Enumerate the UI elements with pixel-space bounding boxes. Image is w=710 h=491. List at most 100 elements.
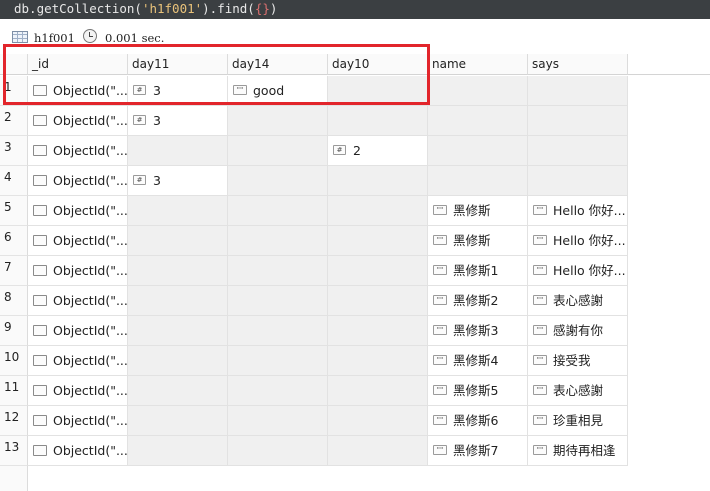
table-cell-id[interactable]: ObjectId("... [28, 346, 128, 376]
row-number[interactable]: 1 [0, 76, 28, 106]
column-header-name[interactable]: name [428, 54, 528, 75]
table-cell-day14[interactable] [228, 316, 328, 346]
table-cell-id[interactable]: ObjectId("... [28, 136, 128, 166]
query-editor[interactable]: db.getCollection('h1f001').find({}) [0, 0, 710, 19]
table-cell-says[interactable] [528, 136, 628, 166]
table-cell-name[interactable] [428, 166, 528, 196]
table-cell-day10[interactable] [328, 286, 428, 316]
table-cell-says[interactable]: "" Hello 你好... [528, 226, 628, 256]
column-header-id[interactable]: _id [28, 54, 128, 75]
table-cell-name[interactable]: "" 黑修斯 [428, 226, 528, 256]
table-cell-says[interactable]: "" 接受我 [528, 346, 628, 376]
row-number[interactable]: 3 [0, 136, 28, 166]
table-cell-id[interactable]: ObjectId("... [28, 76, 128, 106]
table-cell-day11[interactable]: #3 [128, 76, 228, 106]
table-cell-day11[interactable] [128, 346, 228, 376]
table-cell-says[interactable]: "" Hello 你好... [528, 256, 628, 286]
row-number[interactable]: 11 [0, 376, 28, 406]
table-cell-name[interactable]: "" 黑修斯7 [428, 436, 528, 466]
table-cell-day11[interactable] [128, 196, 228, 226]
table-cell-name[interactable]: "" 黑修斯3 [428, 316, 528, 346]
row-number[interactable]: 13 [0, 436, 28, 466]
table-cell-says[interactable]: "" 表心感謝 [528, 376, 628, 406]
row-number[interactable]: 9 [0, 316, 28, 346]
table-cell-day10[interactable] [328, 406, 428, 436]
table-cell-id[interactable]: ObjectId("... [28, 376, 128, 406]
table-cell-id[interactable]: ObjectId("... [28, 316, 128, 346]
table-cell-day14[interactable] [228, 256, 328, 286]
table-cell-name[interactable]: "" 黑修斯4 [428, 346, 528, 376]
table-cell-day10[interactable] [328, 166, 428, 196]
table-cell-id[interactable]: ObjectId("... [28, 436, 128, 466]
table-cell-day14[interactable] [228, 136, 328, 166]
table-cell-day11[interactable] [128, 256, 228, 286]
table-cell-says[interactable] [528, 106, 628, 136]
table-cell-name[interactable]: "" 黑修斯5 [428, 376, 528, 406]
table-cell-id[interactable]: ObjectId("... [28, 406, 128, 436]
table-cell-day14[interactable]: "" good [228, 76, 328, 106]
table-cell-day10[interactable] [328, 76, 428, 106]
table-cell-name[interactable]: "" 黑修斯2 [428, 286, 528, 316]
table-cell-day10[interactable] [328, 316, 428, 346]
row-number[interactable]: 10 [0, 346, 28, 376]
row-number[interactable]: 12 [0, 406, 28, 436]
table-cell-id[interactable]: ObjectId("... [28, 166, 128, 196]
table-cell-id[interactable]: ObjectId("... [28, 256, 128, 286]
table-cell-day10[interactable]: #2 [328, 136, 428, 166]
row-number[interactable]: 6 [0, 226, 28, 256]
column-header-day14[interactable]: day14 [228, 54, 328, 75]
column-header-says[interactable]: says [528, 54, 628, 75]
table-cell-day11[interactable] [128, 286, 228, 316]
table-cell-day10[interactable] [328, 346, 428, 376]
table-cell-id[interactable]: ObjectId("... [28, 196, 128, 226]
table-cell-day10[interactable] [328, 226, 428, 256]
table-cell-day11[interactable] [128, 406, 228, 436]
table-cell-name[interactable] [428, 76, 528, 106]
row-number[interactable]: 4 [0, 166, 28, 196]
column-header-day11[interactable]: day11 [128, 54, 228, 75]
table-cell-day11[interactable]: #3 [128, 106, 228, 136]
table-cell-day14[interactable] [228, 286, 328, 316]
object-type-icon [33, 265, 47, 276]
row-number[interactable]: 7 [0, 256, 28, 286]
table-cell-day14[interactable] [228, 346, 328, 376]
table-cell-day10[interactable] [328, 436, 428, 466]
table-cell-name[interactable]: "" 黑修斯1 [428, 256, 528, 286]
row-number[interactable]: 2 [0, 106, 28, 136]
row-number[interactable]: 8 [0, 286, 28, 316]
table-cell-says[interactable] [528, 76, 628, 106]
table-cell-says[interactable]: "" Hello 你好... [528, 196, 628, 226]
table-cell-says[interactable]: "" 表心感謝 [528, 286, 628, 316]
table-cell-day10[interactable] [328, 196, 428, 226]
table-cell-day14[interactable] [228, 166, 328, 196]
table-cell-name[interactable]: "" 黑修斯 [428, 196, 528, 226]
table-cell-day14[interactable] [228, 406, 328, 436]
table-cell-day11[interactable] [128, 376, 228, 406]
table-cell-day10[interactable] [328, 256, 428, 286]
table-cell-day14[interactable] [228, 376, 328, 406]
table-cell-day10[interactable] [328, 376, 428, 406]
table-cell-says[interactable] [528, 166, 628, 196]
column-header-day10[interactable]: day10 [328, 54, 428, 75]
table-cell-day14[interactable] [228, 226, 328, 256]
table-cell-day14[interactable] [228, 436, 328, 466]
table-cell-day14[interactable] [228, 196, 328, 226]
table-cell-name[interactable] [428, 106, 528, 136]
table-cell-day11[interactable] [128, 226, 228, 256]
table-cell-name[interactable] [428, 136, 528, 166]
table-cell-day11[interactable] [128, 316, 228, 346]
table-cell-id[interactable]: ObjectId("... [28, 226, 128, 256]
table-cell-says[interactable]: "" 感謝有你 [528, 316, 628, 346]
row-number[interactable]: 5 [0, 196, 28, 226]
table-cell-day10[interactable] [328, 106, 428, 136]
table-cell-says[interactable]: "" 期待再相逢 [528, 436, 628, 466]
table-cell-day11[interactable]: #3 [128, 166, 228, 196]
table-cell-day11[interactable] [128, 136, 228, 166]
table-cell-name[interactable]: "" 黑修斯6 [428, 406, 528, 436]
table-view-icon[interactable] [12, 31, 28, 43]
table-cell-id[interactable]: ObjectId("... [28, 286, 128, 316]
table-cell-day14[interactable] [228, 106, 328, 136]
table-cell-says[interactable]: "" 珍重相見 [528, 406, 628, 436]
table-cell-day11[interactable] [128, 436, 228, 466]
table-cell-id[interactable]: ObjectId("... [28, 106, 128, 136]
